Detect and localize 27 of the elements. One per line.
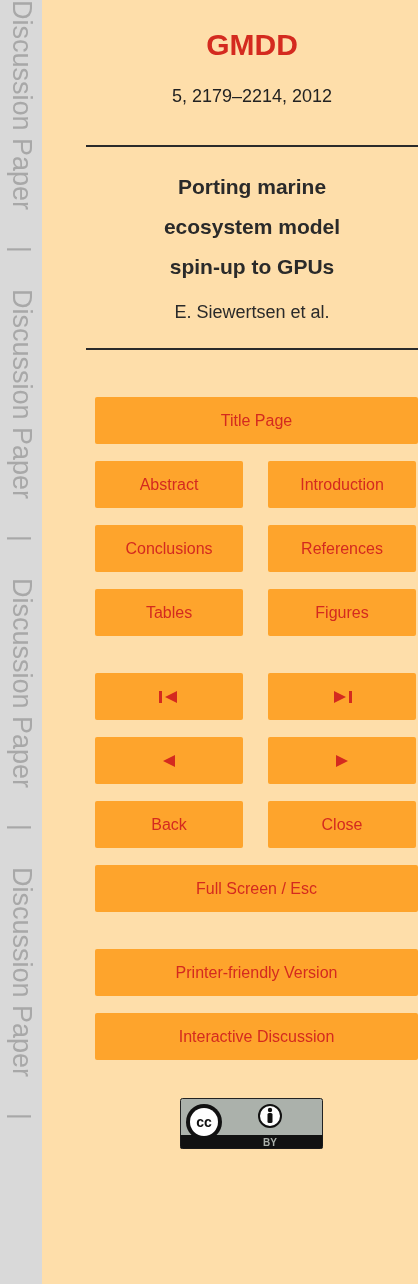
nav-button[interactable] — [268, 673, 416, 720]
journal-name: GMDD — [206, 30, 298, 60]
nav-button[interactable]: Introduction — [268, 461, 416, 508]
margin-separator: | — [8, 1112, 34, 1120]
margin-separator: | — [8, 534, 34, 542]
margin-separator: | — [8, 823, 34, 831]
nav-button[interactable]: Conclusions — [95, 525, 243, 572]
nav-button[interactable]: Printer-friendly Version — [95, 949, 418, 996]
paper-title: Porting marine ecosystem model spin-up to GPUs — [162, 174, 342, 280]
nav-button[interactable]: Abstract — [95, 461, 243, 508]
nav-button[interactable] — [95, 737, 243, 784]
nav-button[interactable] — [95, 673, 243, 720]
nav-button[interactable]: Title Page — [95, 397, 418, 444]
previous-icon — [162, 753, 176, 768]
nav-button[interactable] — [268, 737, 416, 784]
nav-button[interactable]: Figures — [268, 589, 416, 636]
nav-button[interactable]: Interactive Discussion — [95, 1013, 418, 1060]
author-list: E. Siewertsen et al. — [174, 299, 330, 326]
nav-button[interactable]: Close — [268, 801, 416, 848]
margin-separator: | — [8, 246, 34, 253]
next-icon — [335, 753, 349, 768]
citation: 5, 2179–2214, 2012 — [171, 85, 333, 108]
nav-button[interactable]: Full Screen / Esc — [95, 865, 418, 912]
nav-button[interactable]: References — [268, 525, 416, 572]
nav-button[interactable]: Back — [95, 801, 243, 848]
cc-by-license-badge: cc BY — [180, 1098, 323, 1149]
nav-button[interactable]: Tables — [95, 589, 243, 636]
